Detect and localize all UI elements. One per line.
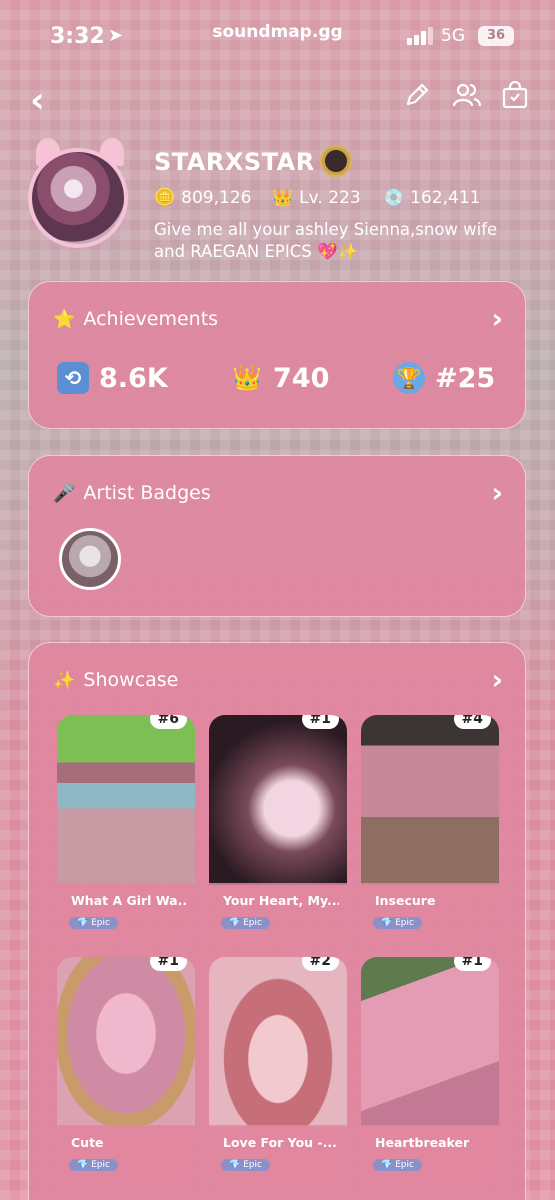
microphone-icon: 🎤 bbox=[53, 483, 76, 504]
tile-name: Heartbreaker bbox=[375, 1135, 470, 1150]
tile-name: Cute bbox=[71, 1135, 104, 1150]
browser-url: soundmap.gg bbox=[212, 22, 343, 42]
artist-badges-title-text: Artist Badges bbox=[83, 482, 211, 504]
tile-name: Love For You -... bbox=[223, 1135, 337, 1150]
rank-value: #25 bbox=[435, 362, 496, 394]
tile-name: What A Girl Wa... bbox=[71, 893, 187, 908]
crowns-value: 740 bbox=[273, 362, 330, 394]
tile-rank-badge: #1 bbox=[301, 715, 339, 729]
artist-badges-title: 🎤 Artist Badges bbox=[53, 482, 211, 504]
tile-rank-badge: #4 bbox=[453, 715, 491, 729]
repeats-value: 8.6K bbox=[99, 362, 168, 394]
showcase-tile[interactable]: Love For You -... 💎 Epic #2 bbox=[209, 957, 347, 1187]
avatar[interactable] bbox=[28, 138, 132, 248]
profile-bio: Give me all your ashley Sienna,snow wife… bbox=[154, 220, 498, 261]
level-stat: 👑 Lv. 223 bbox=[272, 188, 361, 208]
coin-icon: 🪙 bbox=[154, 188, 176, 208]
tile-rank-badge: #2 bbox=[301, 957, 339, 971]
crown-icon: 👑 bbox=[232, 364, 262, 392]
showcase-title-text: Showcase bbox=[83, 669, 179, 691]
discs-stat: 💿 162,411 bbox=[383, 188, 480, 208]
achievements-title: ⭐ Achievements bbox=[53, 308, 218, 330]
username: STARXSTAR bbox=[154, 148, 315, 176]
achievements-card[interactable]: ⭐ Achievements › ⟲ 8.6K 👑 740 🏆 #25 bbox=[28, 281, 526, 429]
artist-badge[interactable] bbox=[59, 528, 121, 590]
rarity-badge: 💎 Epic bbox=[221, 917, 270, 929]
tile-rank-badge: #1 bbox=[453, 957, 491, 971]
disc-icon: 💿 bbox=[383, 188, 405, 208]
pencil-icon[interactable] bbox=[402, 80, 432, 110]
star-icon: ⭐ bbox=[53, 309, 76, 330]
tile-name: Insecure bbox=[375, 893, 436, 908]
tile-name: Your Heart, My... bbox=[223, 893, 339, 908]
level-value: Lv. 223 bbox=[299, 188, 361, 208]
chevron-right-icon[interactable]: › bbox=[491, 476, 503, 509]
showcase-tile[interactable]: What A Girl Wa... 💎 Epic #6 bbox=[57, 715, 195, 945]
battery-icon: 36 bbox=[478, 26, 514, 46]
sparkles-icon: ✨ bbox=[53, 670, 76, 691]
chevron-right-icon[interactable]: › bbox=[491, 302, 503, 335]
profile-badge bbox=[320, 145, 352, 177]
coins-stat: 🪙 809,126 bbox=[154, 188, 251, 208]
repeat-icon: ⟲ bbox=[57, 362, 89, 394]
rarity-badge: 💎 Epic bbox=[69, 1159, 118, 1171]
coins-value: 809,126 bbox=[181, 188, 252, 208]
tile-rank-badge: #6 bbox=[149, 715, 187, 729]
rarity-badge: 💎 Epic bbox=[373, 1159, 422, 1171]
rank-stat: 🏆 #25 bbox=[393, 362, 495, 394]
showcase-tile[interactable]: Your Heart, My... 💎 Epic #1 bbox=[209, 715, 347, 945]
artist-badges-card[interactable]: 🎤 Artist Badges › bbox=[28, 455, 526, 617]
status-bar: 3:32 ➤ soundmap.gg 5G 36 bbox=[0, 0, 555, 70]
tile-rank-badge: #1 bbox=[149, 957, 187, 971]
chevron-right-icon[interactable]: › bbox=[491, 663, 503, 696]
repeats-stat: ⟲ 8.6K bbox=[57, 362, 168, 394]
rarity-badge: 💎 Epic bbox=[69, 917, 118, 929]
discs-value: 162,411 bbox=[410, 188, 481, 208]
showcase-tile[interactable]: Heartbreaker 💎 Epic #1 bbox=[361, 957, 499, 1187]
rarity-badge: 💎 Epic bbox=[373, 917, 422, 929]
rarity-badge: 💎 Epic bbox=[221, 1159, 270, 1171]
users-icon[interactable] bbox=[452, 80, 482, 110]
showcase-tile[interactable]: Cute 💎 Epic #1 bbox=[57, 957, 195, 1187]
shopping-bag-icon[interactable] bbox=[500, 80, 530, 110]
showcase-card: ✨ Showcase › What A Girl Wa... 💎 Epic #6 … bbox=[28, 642, 526, 1200]
showcase-tile[interactable]: Insecure 💎 Epic #4 bbox=[361, 715, 499, 945]
crown-icon: 👑 bbox=[272, 188, 294, 208]
crowns-stat: 👑 740 bbox=[231, 362, 329, 394]
back-button[interactable]: ‹ bbox=[30, 80, 45, 121]
showcase-title: ✨ Showcase bbox=[53, 669, 178, 691]
trophy-icon: 🏆 bbox=[393, 362, 425, 394]
signal-icon bbox=[407, 27, 435, 45]
achievements-title-text: Achievements bbox=[83, 308, 219, 330]
network-type: 5G bbox=[441, 26, 465, 46]
